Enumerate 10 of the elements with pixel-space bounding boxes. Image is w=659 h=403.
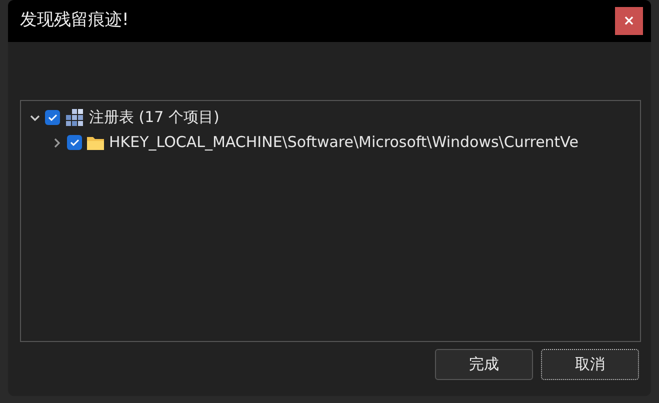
dialog-button[interactable]: 取消 xyxy=(541,349,639,380)
window-title: 发现残留痕迹! xyxy=(20,9,129,32)
tree-item-label[interactable]: 注册表 (17 个项目) xyxy=(89,106,220,129)
registry-icon xyxy=(64,107,85,128)
dialog-button[interactable]: 完成 xyxy=(435,349,533,380)
tree-item-label[interactable]: HKEY_LOCAL_MACHINE\Software\Microsoft\Windows\CurrentVe xyxy=(109,131,579,154)
folder-icon xyxy=(86,134,105,151)
checkbox[interactable] xyxy=(67,135,82,150)
checkbox[interactable] xyxy=(45,110,60,125)
close-button[interactable]: × xyxy=(615,7,643,35)
